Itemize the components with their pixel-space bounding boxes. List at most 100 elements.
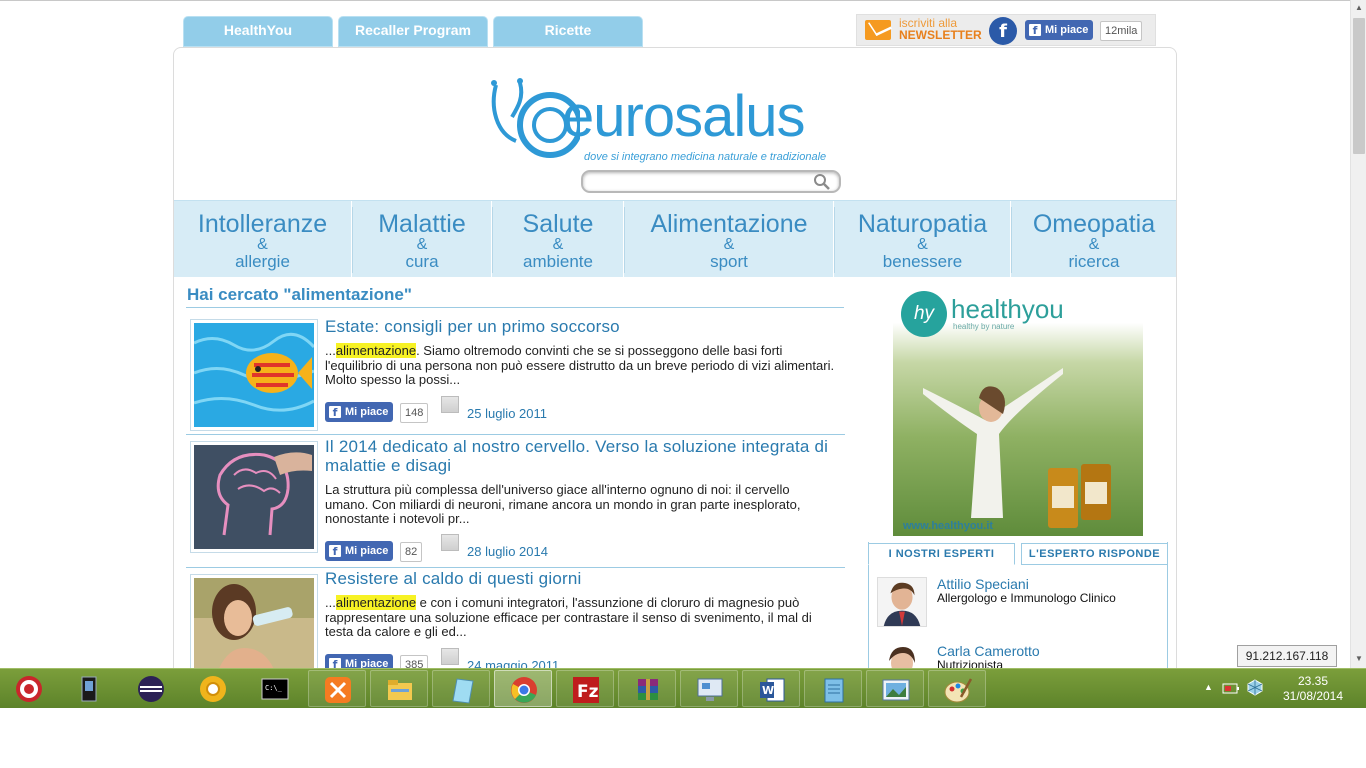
- ip-address-badge: 91.212.167.118: [1237, 645, 1337, 667]
- taskbar-word[interactable]: W: [742, 670, 800, 707]
- search-icon[interactable]: [813, 173, 831, 191]
- facebook-f-icon: f: [329, 406, 341, 419]
- winrar-icon: [638, 679, 658, 700]
- social-bar: iscriviti alla NEWSLETTER f f Mi piace 1…: [856, 14, 1156, 46]
- taskbar-clock[interactable]: 23.35 31/08/2014: [1273, 674, 1353, 704]
- expert-name-link[interactable]: Attilio Speciani: [937, 576, 1029, 592]
- result-thumbnail[interactable]: [190, 441, 318, 553]
- result-thumbnail[interactable]: [190, 319, 318, 431]
- tab-esperto-risponde[interactable]: L'ESPERTO RISPONDE: [1021, 543, 1168, 565]
- pool-fish-image: [193, 323, 316, 427]
- taskbar-notepad[interactable]: [432, 670, 490, 707]
- result-title-link[interactable]: Resistere al caldo di questi giorni: [325, 569, 835, 588]
- chrome-icon: [511, 677, 537, 703]
- divider: [186, 307, 844, 308]
- taskbar-chrome[interactable]: [494, 670, 552, 707]
- nav-alimentazione[interactable]: Alimentazione & sport: [625, 201, 834, 277]
- taskbar-sticky-notes[interactable]: [804, 670, 862, 707]
- newsletter-label-bottom: NEWSLETTER: [899, 28, 982, 42]
- newsletter-link[interactable]: iscriviti alla NEWSLETTER: [899, 17, 989, 41]
- taskbar-device-app[interactable]: [60, 670, 118, 707]
- nav-malattie[interactable]: Malattie & cura: [353, 201, 492, 277]
- eclipse-icon: [138, 676, 164, 702]
- photo-viewer-icon: [882, 679, 910, 701]
- excerpt-highlight: alimentazione: [335, 343, 417, 358]
- scroll-down-icon[interactable]: ▼: [1351, 651, 1366, 667]
- site-logo[interactable]: eurosalus dove si integrano medicina nat…: [490, 77, 850, 167]
- taskbar-winrar[interactable]: [618, 670, 676, 707]
- terminal-icon: C:\_: [261, 678, 289, 700]
- taskbar-target-app[interactable]: [0, 670, 58, 707]
- scroll-thumb[interactable]: [1353, 18, 1365, 154]
- nav-label: Naturopatia: [857, 210, 988, 238]
- expert-avatar[interactable]: [877, 641, 927, 668]
- facebook-icon[interactable]: f: [989, 17, 1017, 45]
- envelope-icon[interactable]: [865, 20, 891, 40]
- nav-intolleranze[interactable]: Intolleranze & allergie: [174, 201, 352, 277]
- like-count: 82: [400, 542, 423, 562]
- scroll-up-icon[interactable]: ▲: [1351, 0, 1366, 16]
- vertical-scrollbar[interactable]: ▲ ▼: [1350, 0, 1366, 668]
- tab-recaller-program[interactable]: Recaller Program: [338, 16, 488, 47]
- taskbar-remote-desktop[interactable]: [680, 670, 738, 707]
- notes-icon: [824, 678, 844, 703]
- tab-ricette[interactable]: Ricette: [493, 16, 643, 47]
- taskbar-xampp[interactable]: [308, 670, 366, 707]
- nav-naturopatia[interactable]: Naturopatia & benessere: [835, 201, 1011, 277]
- facebook-like-button[interactable]: f Mi piace: [325, 541, 394, 561]
- show-hidden-icons-icon[interactable]: ▲: [1204, 682, 1213, 692]
- like-count: 385: [400, 655, 429, 668]
- calendar-icon: [441, 396, 459, 413]
- result-excerpt: ...alimentazione e con i comuni integrat…: [325, 595, 835, 640]
- folder-icon: [388, 680, 412, 700]
- taskbar-chrome-canary[interactable]: [184, 670, 242, 707]
- excerpt-text: ...: [325, 343, 336, 358]
- nav-salute[interactable]: Salute & ambiente: [493, 201, 624, 277]
- battery-icon[interactable]: [1222, 680, 1240, 696]
- taskbar-eclipse[interactable]: [122, 670, 180, 707]
- nav-label: Malattie: [378, 210, 466, 238]
- nav-sub-label: allergie: [235, 252, 290, 271]
- facebook-like-button[interactable]: f Mi piace: [325, 402, 394, 422]
- facebook-f-icon: f: [329, 658, 341, 668]
- excerpt-text: ...: [325, 595, 336, 610]
- like-count: 148: [400, 403, 429, 423]
- ad-logo-text: healthyou: [951, 294, 1064, 324]
- result-thumbnail[interactable]: [190, 574, 318, 668]
- expert-name-link[interactable]: Carla Camerotto: [937, 643, 1040, 659]
- result-title-link[interactable]: Il 2014 dedicato al nostro cervello. Ver…: [325, 437, 835, 475]
- expert-avatar[interactable]: [877, 577, 927, 627]
- taskbar-filezilla[interactable]: Fz: [556, 670, 614, 707]
- healthyou-logo-icon: hy: [901, 291, 947, 337]
- results-heading: Hai cercato "alimentazione": [187, 285, 412, 304]
- search-input[interactable]: [581, 170, 841, 193]
- result-excerpt: La struttura più complessa dell'universo…: [325, 482, 835, 527]
- nav-sub-label: cura: [405, 252, 439, 271]
- taskbar-file-explorer[interactable]: [370, 670, 428, 707]
- taskbar-paint[interactable]: [928, 670, 986, 707]
- word-icon: W: [760, 678, 785, 702]
- tab-nostri-esperti[interactable]: I NOSTRI ESPERTI: [868, 543, 1015, 565]
- main-nav: Intolleranze & allergie Malattie & cura …: [174, 200, 1176, 277]
- nav-amp: &: [552, 236, 564, 253]
- facebook-f-icon: f: [1029, 24, 1041, 37]
- taskbar-command-prompt[interactable]: C:\_: [246, 670, 304, 707]
- nav-omeopatia[interactable]: Omeopatia & ricerca: [1012, 201, 1176, 277]
- result-title-link[interactable]: Estate: consigli per un primo soccorso: [325, 317, 835, 336]
- svg-text:Fz: Fz: [577, 682, 599, 702]
- nav-sub-label: benessere: [882, 252, 963, 271]
- nav-label: Alimentazione: [650, 210, 808, 238]
- filezilla-icon: Fz: [573, 677, 599, 703]
- healthyou-ad-banner[interactable]: hy healthyou healthy by nature www.healt…: [893, 288, 1143, 536]
- expert-role: Nutrizionista: [937, 658, 1004, 668]
- network-icon[interactable]: [1246, 678, 1264, 696]
- facebook-like-button[interactable]: f Mi piace: [325, 654, 394, 668]
- windows-taskbar: C:\_ Fz W: [0, 668, 1366, 708]
- tab-healthyou[interactable]: HealthYou: [183, 16, 333, 47]
- device-icon: [81, 676, 97, 702]
- facebook-like-button[interactable]: f Mi piace: [1025, 20, 1094, 40]
- taskbar-photo-viewer[interactable]: [866, 670, 924, 707]
- expert-role: Allergologo e Immunologo Clinico: [937, 591, 1116, 605]
- ad-url: www.healthyou.it: [903, 520, 994, 532]
- woman-drinking-image: [194, 578, 314, 668]
